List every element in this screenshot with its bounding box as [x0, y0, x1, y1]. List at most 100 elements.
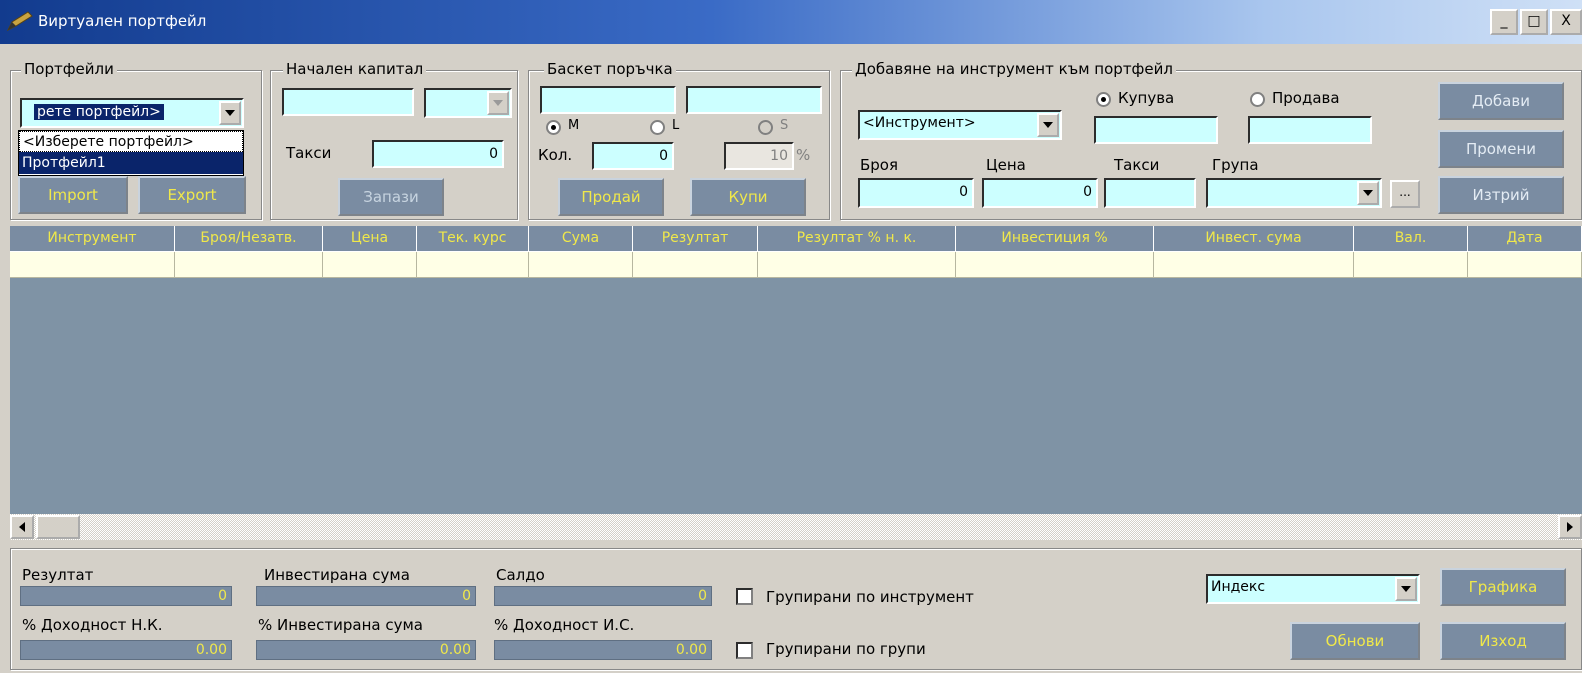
invested-pct-label: % Инвестирана сума [258, 616, 423, 634]
radio-l[interactable] [650, 120, 665, 135]
window-title: Виртуален портфейл [38, 12, 207, 30]
table-cell[interactable] [1468, 252, 1582, 278]
dropdown-item[interactable]: Протфейл1 [19, 152, 243, 174]
scroll-left-icon[interactable] [10, 515, 34, 539]
fees-label: Такси [286, 144, 332, 162]
quantity-label: Кол. [538, 146, 573, 164]
group-by-groups-checkbox[interactable] [736, 642, 753, 659]
sell-radio[interactable] [1250, 92, 1265, 107]
instrument-fees-label: Такси [1114, 156, 1160, 174]
maximize-button[interactable]: □ [1520, 9, 1548, 35]
radio-s-label: S [780, 118, 789, 133]
chevron-down-icon[interactable] [219, 101, 241, 125]
portfolios-legend: Портфейли [21, 60, 117, 78]
yield-is-label: % Доходност И.С. [494, 616, 635, 634]
portfolio-combo[interactable]: рете портфейл> [20, 98, 244, 128]
refresh-button[interactable]: Обнови [1290, 622, 1420, 660]
change-button[interactable]: Промени [1438, 130, 1564, 168]
group-by-instrument-label: Групирани по инструмент [766, 588, 974, 606]
import-button[interactable]: Import [18, 176, 128, 214]
chevron-down-icon[interactable] [487, 91, 509, 115]
basket-field-1[interactable] [540, 86, 676, 114]
basket-legend: Баскет поръчка [544, 60, 676, 78]
chevron-down-icon[interactable] [1037, 113, 1059, 137]
scrollbar-thumb[interactable] [36, 515, 80, 539]
table-cell[interactable] [175, 252, 323, 278]
yield-nk-label: % Доходност Н.К. [22, 616, 163, 634]
group-by-instrument-checkbox[interactable] [736, 588, 753, 605]
pencil-icon [6, 11, 33, 32]
table-cell[interactable] [1354, 252, 1468, 278]
invested-value: 0 [256, 586, 476, 606]
table-cell[interactable] [323, 252, 417, 278]
chevron-down-icon[interactable] [1395, 577, 1417, 601]
exit-button[interactable]: Изход [1440, 622, 1566, 660]
capital-input[interactable] [282, 88, 414, 116]
buy-radio-label: Купува [1118, 89, 1175, 107]
table-cell[interactable] [1154, 252, 1354, 278]
portfolio-dropdown-list: <Изберете портфейл> Протфейл1 [18, 130, 244, 176]
table-cell[interactable] [10, 252, 175, 278]
column-header-count[interactable]: Броя/Незатв. [175, 226, 323, 252]
delete-button[interactable]: Изтрий [1438, 176, 1564, 214]
add-button[interactable]: Добави [1438, 82, 1564, 120]
price-label: Цена [986, 156, 1026, 174]
group-label: Група [1212, 156, 1259, 174]
table-cell[interactable] [529, 252, 633, 278]
buy-price-input[interactable] [1094, 116, 1218, 144]
sell-button[interactable]: Продай [558, 178, 664, 216]
radio-s[interactable] [758, 120, 773, 135]
table-cell[interactable] [417, 252, 529, 278]
chart-button[interactable]: Графика [1440, 568, 1566, 606]
column-header-current-rate[interactable]: Тек. курс [417, 226, 529, 252]
column-header-amount[interactable]: Сума [529, 226, 633, 252]
column-header-price[interactable]: Цена [323, 226, 417, 252]
group-combo[interactable] [1206, 178, 1382, 208]
column-header-currency[interactable]: Вал. [1354, 226, 1468, 252]
horizontal-scrollbar[interactable] [10, 514, 1582, 540]
radio-m-label: M [568, 118, 580, 133]
title-bar: Виртуален портфейл _ □ X [0, 0, 1582, 44]
price-input[interactable]: 0 [982, 178, 1098, 208]
dropdown-item[interactable]: <Изберете портфейл> [19, 131, 243, 152]
yield-is-value: 0.00 [494, 640, 712, 660]
table-cell[interactable] [758, 252, 956, 278]
group-by-groups-label: Групирани по групи [766, 640, 926, 658]
buy-radio[interactable] [1096, 92, 1111, 107]
table-cell[interactable] [633, 252, 758, 278]
column-header-result-pct[interactable]: Резултат % н. к. [758, 226, 956, 252]
balance-label: Салдо [496, 566, 545, 584]
save-button[interactable]: Запази [338, 178, 444, 216]
buy-button[interactable]: Купи [690, 178, 806, 216]
export-button[interactable]: Export [138, 176, 246, 214]
index-combo[interactable]: Индекс [1206, 574, 1420, 604]
currency-combo[interactable] [424, 88, 512, 118]
group-browse-button[interactable]: ... [1390, 180, 1420, 208]
column-header-result[interactable]: Резултат [633, 226, 758, 252]
instrument-combo-value: <Инструмент> [863, 115, 976, 131]
sell-price-input[interactable] [1248, 116, 1372, 144]
instrument-fees-input[interactable] [1104, 178, 1196, 208]
result-value: 0 [20, 586, 232, 606]
column-header-instrument[interactable]: Инструмент [10, 226, 175, 252]
add-instrument-legend: Добавяне на инструмент към портфейл [852, 60, 1176, 78]
index-combo-value: Индекс [1211, 579, 1266, 595]
column-header-investment-pct[interactable]: Инвестиция % [956, 226, 1154, 252]
radio-m[interactable] [546, 120, 561, 135]
column-header-date[interactable]: Дата [1468, 226, 1582, 252]
portfolio-combo-value: рете портфейл> [34, 104, 164, 120]
table-cell[interactable] [956, 252, 1154, 278]
yield-nk-value: 0.00 [20, 640, 232, 660]
minimize-button[interactable]: _ [1490, 9, 1518, 35]
basket-field-2[interactable] [686, 86, 822, 114]
instrument-combo[interactable]: <Инструмент> [858, 110, 1062, 140]
chevron-down-icon[interactable] [1357, 181, 1379, 205]
count-input[interactable]: 0 [858, 178, 974, 208]
quantity-input[interactable]: 0 [592, 142, 674, 170]
fees-input[interactable]: 0 [372, 140, 504, 168]
column-header-invested-amount[interactable]: Инвест. сума [1154, 226, 1354, 252]
scroll-right-icon[interactable] [1558, 515, 1582, 539]
result-label: Резултат [22, 566, 94, 584]
percent-input[interactable]: 10 [724, 142, 794, 170]
close-button[interactable]: X [1550, 9, 1582, 35]
